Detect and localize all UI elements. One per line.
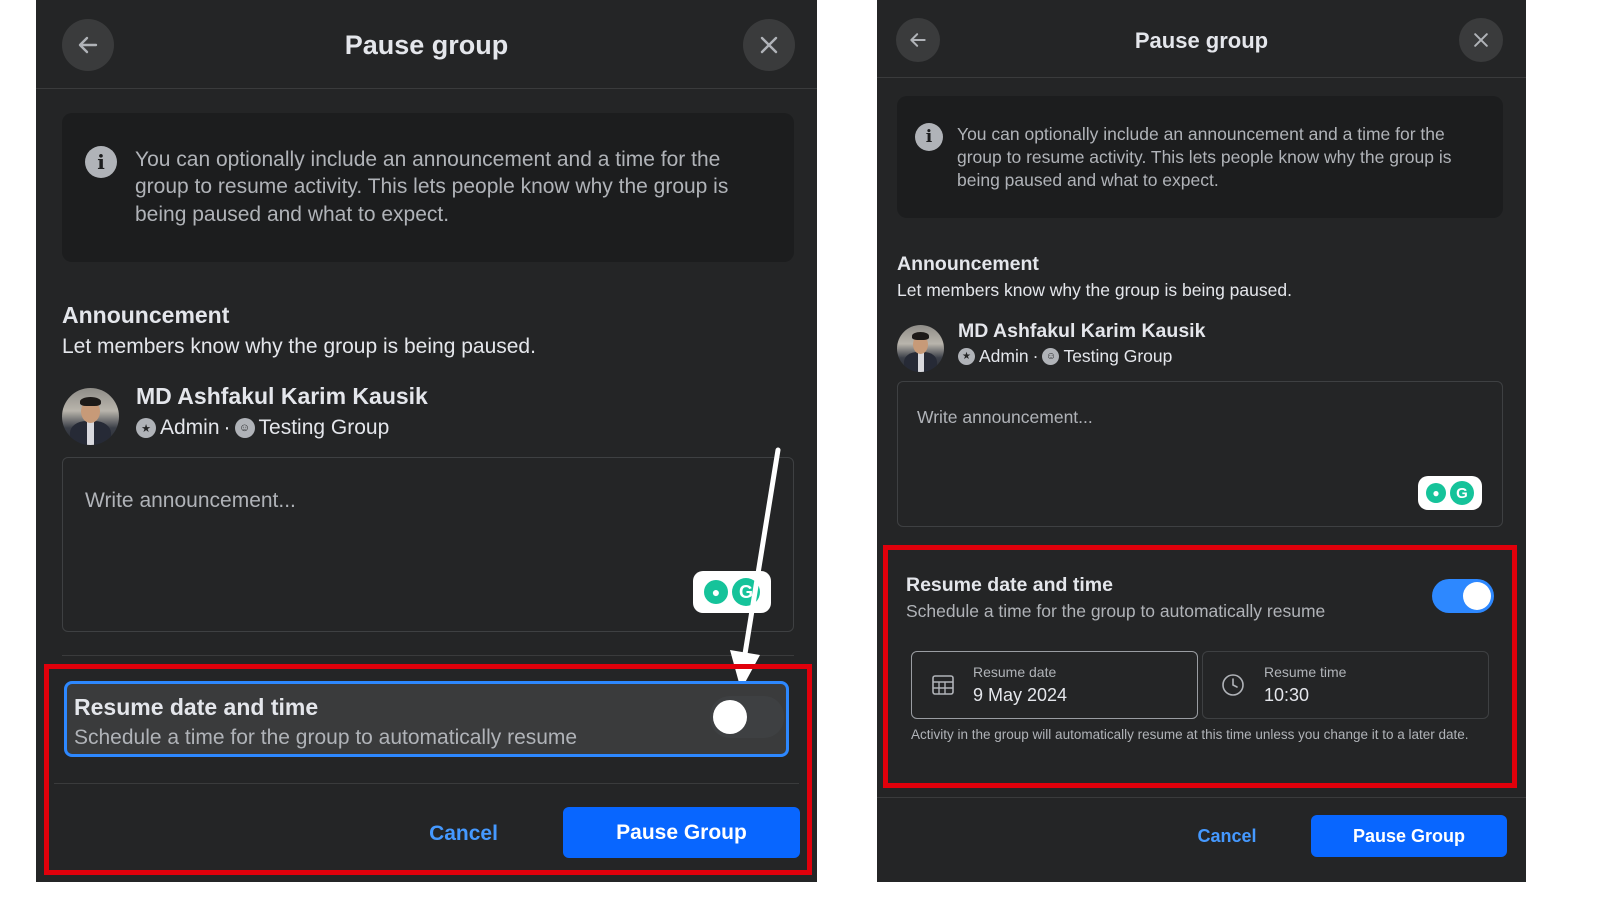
- close-icon: [760, 36, 778, 54]
- user-name: MD Ashfakul Karim Kausik: [136, 383, 428, 409]
- dialog-header: Pause group: [36, 0, 817, 89]
- announcement-title: Announcement: [62, 302, 230, 328]
- info-icon: i: [85, 146, 117, 178]
- announcement-placeholder: Write announcement...: [917, 407, 1093, 427]
- announcement-subtitle: Let members know why the group is being …: [62, 335, 536, 358]
- highlight-box: [883, 545, 1517, 788]
- dialog-header: Pause group: [877, 0, 1526, 78]
- dialog-title: Pause group: [1134, 28, 1269, 53]
- divider: [62, 655, 794, 656]
- user-role: Admin: [160, 416, 220, 439]
- close-button[interactable]: [743, 19, 795, 71]
- announcement-placeholder: Write announcement...: [85, 489, 296, 512]
- announcement-input[interactable]: Write announcement... ● G: [897, 381, 1503, 527]
- shield-icon: ★: [958, 348, 975, 365]
- avatar: [897, 325, 944, 372]
- dialog-title: Pause group: [344, 30, 509, 60]
- meta-separator: ·: [223, 416, 231, 439]
- avatar: [62, 388, 119, 445]
- lightbulb-icon: ●: [704, 580, 728, 604]
- footer-divider: [877, 797, 1526, 798]
- grammarly-icon: G: [1450, 481, 1474, 505]
- highlight-box: [44, 664, 812, 875]
- announcement-subtitle: Let members know why the group is being …: [897, 280, 1292, 300]
- info-text: You can optionally include an announceme…: [957, 124, 1452, 190]
- pause-group-dialog-right: Pause group i You can optionally include…: [877, 0, 1526, 882]
- meta-separator: ·: [1032, 346, 1039, 366]
- group-name: Testing Group: [258, 416, 390, 439]
- grammarly-widget[interactable]: ● G: [1418, 476, 1482, 510]
- pause-group-button[interactable]: Pause Group: [1311, 815, 1507, 857]
- close-button[interactable]: [1459, 18, 1503, 62]
- announcement-title: Announcement: [897, 253, 1039, 275]
- info-box: i You can optionally include an announce…: [62, 113, 794, 262]
- info-icon: i: [915, 123, 943, 151]
- user-meta: ★ Admin · ☺ Testing Group: [958, 346, 1172, 367]
- shield-icon: ★: [136, 418, 156, 438]
- announcement-input[interactable]: Write announcement... ● G: [62, 457, 794, 632]
- info-box: i You can optionally include an announce…: [897, 96, 1503, 218]
- user-role: Admin: [979, 346, 1029, 366]
- group-name: Testing Group: [1063, 346, 1173, 366]
- close-icon: [1474, 33, 1488, 47]
- lightbulb-icon: ●: [1426, 483, 1446, 503]
- cancel-button[interactable]: Cancel: [1187, 822, 1267, 850]
- group-icon: ☺: [1042, 348, 1060, 365]
- info-text: You can optionally include an announceme…: [135, 148, 729, 226]
- group-icon: ☺: [234, 418, 255, 438]
- user-name: MD Ashfakul Karim Kausik: [958, 320, 1206, 342]
- user-meta: ★ Admin · ☺ Testing Group: [136, 416, 389, 440]
- annotation-arrow: [730, 447, 781, 690]
- pause-group-dialog-left: Pause group i You can optionally include…: [36, 0, 817, 882]
